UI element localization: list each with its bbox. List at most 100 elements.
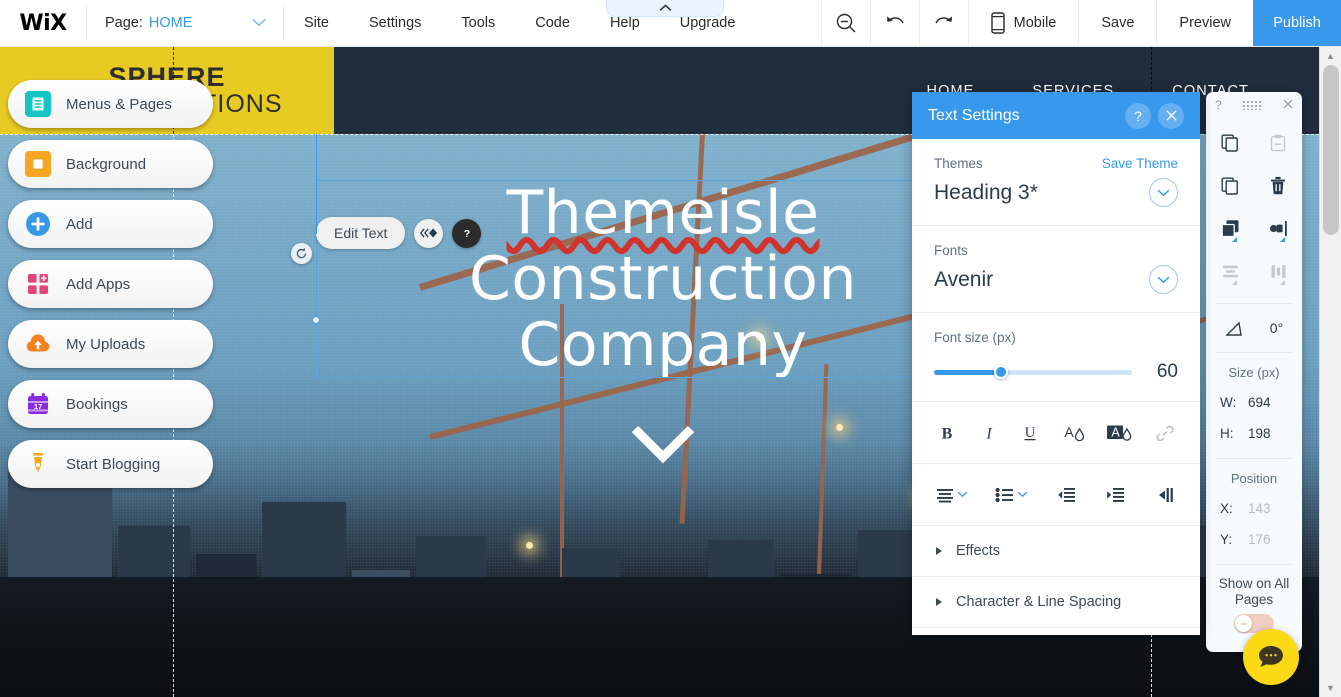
outdent-icon	[1058, 487, 1075, 502]
mobile-icon	[990, 12, 1005, 34]
distribute-vertical-icon	[1271, 265, 1285, 278]
redo-button[interactable]	[918, 0, 968, 46]
rotation-row[interactable]: 0°	[1206, 307, 1302, 349]
height-field[interactable]: H: 198	[1206, 418, 1302, 449]
undo-button[interactable]	[869, 0, 919, 46]
menu-item-settings[interactable]: Settings	[349, 0, 441, 47]
hero-title-line2: Construction	[468, 244, 858, 314]
distribute-horizontal-button[interactable]	[1206, 251, 1254, 292]
publish-button[interactable]: Publish	[1253, 0, 1341, 46]
slider-knob[interactable]	[994, 365, 1009, 379]
menu-item-site[interactable]: Site	[284, 0, 349, 47]
font-size-slider[interactable]	[934, 365, 1132, 379]
rotate-handle[interactable]	[291, 243, 312, 264]
width-value[interactable]: 694	[1248, 395, 1288, 410]
position-label: Position	[1230, 471, 1278, 486]
mobile-view-button[interactable]: Mobile	[967, 0, 1079, 46]
floating-help-button[interactable]: ?	[1215, 98, 1222, 112]
width-field[interactable]: W: 694	[1206, 387, 1302, 418]
sidebar-item-add-apps[interactable]: Add Apps	[8, 260, 213, 308]
scroll-down-button[interactable]: ▼	[1320, 679, 1341, 697]
collapse-toolbar-tab[interactable]	[606, 0, 724, 17]
add-apps-icon	[25, 271, 51, 297]
underline-button[interactable]: U	[1019, 420, 1041, 446]
chevron-down-icon	[1157, 189, 1170, 196]
fonts-dropdown-button[interactable]	[1149, 265, 1178, 294]
x-value[interactable]: 143	[1248, 501, 1288, 516]
slider-fill	[934, 370, 1002, 375]
character-line-spacing-accordion[interactable]: Character & Line Spacing	[912, 577, 1200, 628]
sidebar-item-background[interactable]: Background	[8, 140, 213, 188]
svg-text:A: A	[1064, 424, 1074, 440]
floating-close-button[interactable]	[1283, 98, 1293, 112]
preview-button[interactable]: Preview	[1156, 0, 1253, 46]
sidebar-item-my-uploads[interactable]: My Uploads	[8, 320, 213, 368]
arrange-button[interactable]	[1206, 208, 1254, 249]
sidebar-item-add[interactable]: Add	[8, 200, 213, 248]
sidebar-item-label: Background	[66, 155, 147, 173]
bullet-list-icon	[995, 487, 1014, 502]
distribute-vertical-button[interactable]	[1254, 251, 1302, 292]
menu-item-code[interactable]: Code	[515, 0, 590, 47]
bullet-list-button[interactable]	[995, 487, 1028, 503]
menu-item-tools[interactable]: Tools	[441, 0, 515, 47]
sidebar-item-bookings[interactable]: 17 Bookings	[8, 380, 213, 428]
indent-button[interactable]	[1105, 482, 1127, 508]
delete-button[interactable]	[1254, 165, 1302, 206]
panel-help-button[interactable]: ?	[1125, 102, 1151, 129]
scrollbar-thumb[interactable]	[1323, 65, 1339, 235]
text-direction-button[interactable]	[1154, 482, 1176, 508]
left-resize-handle[interactable]	[312, 316, 320, 324]
text-align-button[interactable]	[936, 487, 968, 503]
bold-button[interactable]: B	[936, 420, 958, 446]
menus-pages-icon	[25, 91, 51, 117]
align-button[interactable]	[1254, 208, 1302, 249]
scroll-down-chevron[interactable]	[630, 423, 696, 465]
vertical-scrollbar[interactable]: ▲ ▼	[1319, 47, 1341, 697]
sidebar-item-label: Start Blogging	[66, 455, 161, 473]
scroll-up-button[interactable]: ▲	[1320, 47, 1341, 65]
sidebar-item-menus-pages[interactable]: Menus & Pages	[8, 80, 213, 128]
text-highlight-button[interactable]: A	[1106, 420, 1134, 446]
link-button[interactable]	[1154, 420, 1176, 446]
sidebar-item-label: Menus & Pages	[66, 95, 172, 113]
sidebar-item-start-blogging[interactable]: Start Blogging	[8, 440, 213, 488]
x-position-field[interactable]: X: 143	[1206, 493, 1302, 524]
drag-handle-icon[interactable]	[1242, 100, 1263, 110]
animation-button[interactable]	[414, 218, 444, 248]
more-corner-icon	[1280, 237, 1285, 242]
chevron-down-icon	[1017, 491, 1028, 498]
copy-button[interactable]	[1206, 122, 1254, 163]
y-position-field[interactable]: Y: 176	[1206, 524, 1302, 555]
themes-dropdown-button[interactable]	[1149, 178, 1178, 207]
y-value[interactable]: 176	[1248, 532, 1288, 547]
zoom-out-button[interactable]	[820, 0, 870, 46]
edit-text-button[interactable]: Edit Text	[316, 217, 406, 249]
help-button[interactable]: ?	[452, 218, 482, 248]
height-value[interactable]: 198	[1248, 426, 1288, 441]
paste-button[interactable]	[1254, 122, 1302, 163]
chat-support-button[interactable]	[1243, 629, 1299, 685]
text-align-icon	[937, 488, 953, 502]
divider	[1216, 303, 1292, 304]
bold-icon: B	[942, 425, 953, 442]
page-selector[interactable]: Page: HOME	[87, 0, 283, 46]
size-label: Size (px)	[1228, 365, 1280, 380]
themes-label: Themes	[934, 156, 983, 171]
text-color-button[interactable]: A	[1061, 420, 1087, 446]
page-selector-label: Page:	[105, 15, 143, 31]
panel-close-button[interactable]	[1158, 102, 1184, 129]
effects-accordion[interactable]: Effects	[912, 526, 1200, 577]
x-key: X:	[1220, 501, 1233, 516]
duplicate-button[interactable]	[1206, 165, 1254, 206]
save-theme-link[interactable]: Save Theme	[1102, 156, 1178, 171]
rotation-value[interactable]: 0°	[1270, 320, 1283, 336]
italic-button[interactable]: I	[978, 420, 1000, 446]
outdent-button[interactable]	[1056, 482, 1078, 508]
wix-logo[interactable]: WiX	[0, 0, 86, 46]
paste-icon	[1270, 134, 1286, 151]
hero-title-text[interactable]: Themeisle Construction Company	[316, 180, 1010, 378]
svg-text:17: 17	[34, 402, 42, 411]
font-size-value[interactable]: 60	[1148, 361, 1178, 383]
save-button[interactable]: Save	[1078, 0, 1156, 46]
